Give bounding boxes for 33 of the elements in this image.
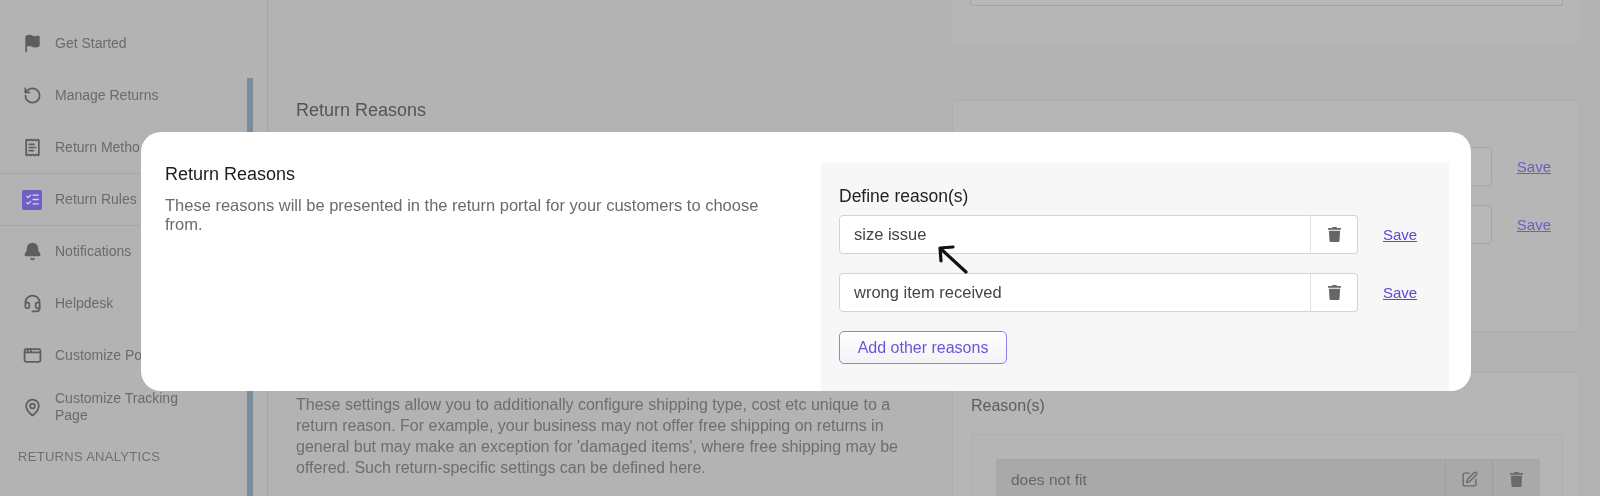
edit-icon[interactable] xyxy=(1460,470,1478,488)
trash-icon xyxy=(1326,285,1342,300)
section-title: Return Reasons xyxy=(296,100,428,120)
sidebar-item[interactable]: Manage Returns xyxy=(0,69,242,121)
save-link[interactable]: Save xyxy=(1383,284,1418,301)
sidebar-item[interactable]: Customize Tracking Page xyxy=(0,381,242,433)
map-pin-icon xyxy=(22,397,42,417)
reason-text: does not fit xyxy=(1010,470,1088,490)
trash-icon[interactable] xyxy=(1508,471,1524,487)
bell-icon xyxy=(22,241,42,262)
save-link[interactable]: Save xyxy=(1516,158,1551,175)
delete-button[interactable] xyxy=(1310,273,1358,312)
save-link[interactable]: Save xyxy=(1383,226,1418,243)
add-reasons-button[interactable]: Add other reasons xyxy=(839,331,1007,364)
reason-input[interactable]: size issue xyxy=(839,215,1311,254)
section-description: These settings allow you to additionally configure shipping type, cost etc unique to a return reason. For example, your business may not offer free shipping on returns in general but may make an exception for 'damaged items', where free shipping may be offered. Such return-specific settings can be defined here. xyxy=(296,395,899,478)
field-label: Define reason(s) xyxy=(839,187,970,206)
headset-icon xyxy=(22,293,42,313)
annotation-arrow xyxy=(937,244,969,274)
sidebar-item[interactable]: Customize Po xyxy=(0,329,242,381)
flag-icon xyxy=(22,33,42,53)
checklist-icon xyxy=(22,189,42,210)
reason-input[interactable]: wrong item received xyxy=(839,273,1311,312)
undo-icon xyxy=(22,85,42,105)
receipt-icon xyxy=(22,137,42,157)
field-label: Reason(s) xyxy=(971,397,1046,415)
section-heading: RETURNS ANALYTICS xyxy=(17,448,162,464)
browser-window-icon xyxy=(22,345,42,365)
save-link[interactable]: Save xyxy=(1516,216,1551,233)
trash-icon xyxy=(1326,227,1342,242)
delete-button[interactable] xyxy=(1310,215,1358,254)
sidebar-item[interactable]: Helpdesk xyxy=(0,277,242,329)
sidebar-item[interactable]: Get Started xyxy=(0,17,242,69)
